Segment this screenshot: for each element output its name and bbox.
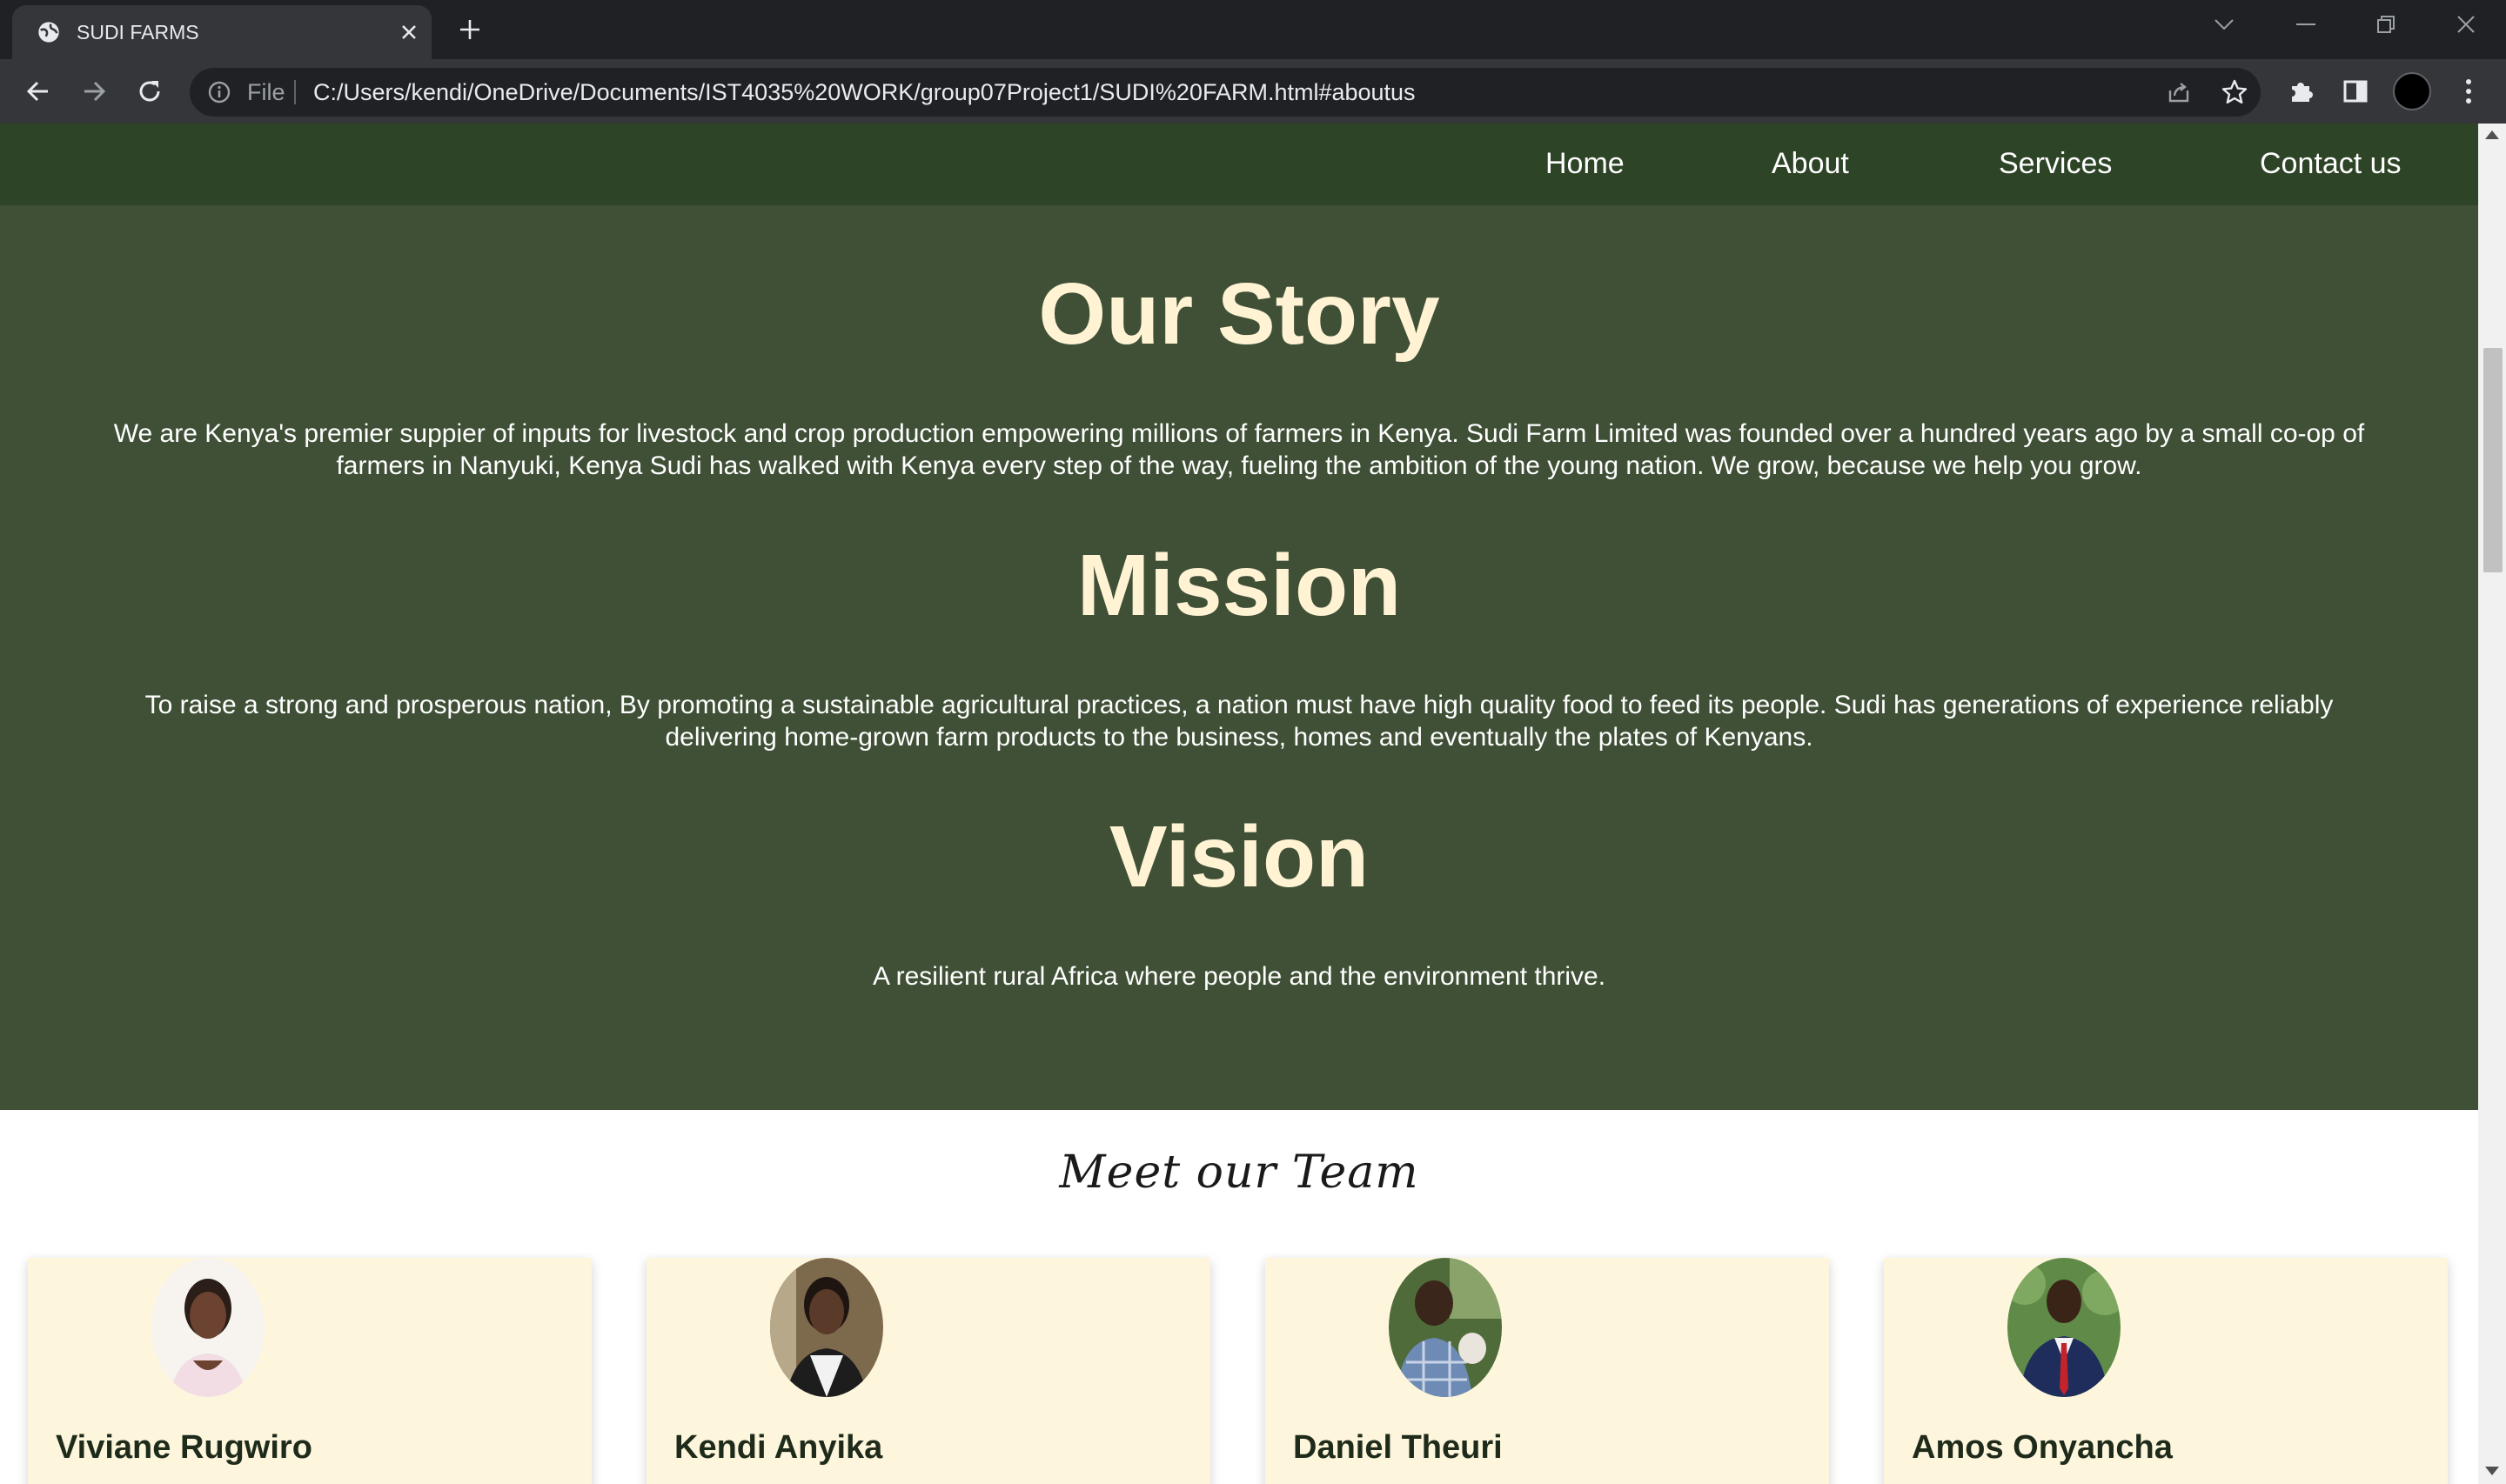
back-button[interactable]: [21, 74, 56, 109]
avatar: [1389, 1258, 1502, 1397]
bookmark-star-icon[interactable]: [2221, 78, 2248, 106]
team-section: Meet our Team Viviane Rugwiro Kendi Anyi…: [0, 1110, 2478, 1484]
profile-avatar[interactable]: [2393, 72, 2431, 110]
team-card: Amos Onyancha: [1884, 1258, 2448, 1484]
site-navbar: Home About Services Contact us: [0, 124, 2478, 205]
nav-contact-link[interactable]: Contact us: [2260, 146, 2402, 181]
nav-home-link[interactable]: Home: [1545, 146, 1625, 181]
member-name: Viviane Rugwiro: [56, 1429, 312, 1466]
scrollbar-thumb[interactable]: [2483, 348, 2503, 572]
forward-button[interactable]: [77, 74, 111, 109]
scroll-up-arrow-icon[interactable]: [2485, 130, 2499, 139]
story-text: We are Kenya's premier suppier of inputs…: [113, 419, 2365, 480]
member-name: Daniel Theuri: [1293, 1429, 1503, 1466]
menu-kebab-icon[interactable]: [2452, 75, 2485, 108]
minimize-button[interactable]: [2280, 7, 2332, 42]
globe-icon: [38, 22, 59, 43]
team-card: Kendi Anyika: [647, 1258, 1210, 1484]
story-heading: Our Story: [1038, 265, 1440, 363]
team-card: Daniel Theuri: [1265, 1258, 1829, 1484]
share-icon[interactable]: [2165, 78, 2193, 106]
close-window-button[interactable]: [2440, 7, 2492, 42]
avatar: [2007, 1258, 2121, 1397]
close-tab-icon[interactable]: [393, 17, 425, 48]
page-viewport: Home About Services Contact us Our Story…: [0, 124, 2478, 1484]
scheme-label: File: [247, 79, 285, 105]
reload-button[interactable]: [132, 74, 167, 109]
restore-button[interactable]: [2360, 7, 2412, 42]
tab-title: SUDI FARMS: [77, 21, 199, 43]
avatar: [770, 1258, 883, 1397]
about-section: Our Story We are Kenya's premier suppier…: [0, 205, 2478, 1110]
browser-toolbar: File C:/Users/kendi/OneDrive/Documents/I…: [0, 59, 2506, 124]
scroll-down-arrow-icon[interactable]: [2485, 1467, 2499, 1475]
vision-heading: Vision: [1109, 808, 1370, 906]
nav-about-link[interactable]: About: [1772, 146, 1849, 181]
vision-text: A resilient rural Africa where people an…: [872, 962, 1606, 991]
team-heading: Meet our Team: [1059, 1146, 1419, 1199]
tab-search-icon[interactable]: [2198, 7, 2250, 42]
side-panel-icon[interactable]: [2339, 75, 2372, 108]
address-separator: [294, 80, 296, 104]
browser-tabstrip: SUDI FARMS: [0, 0, 2506, 59]
browser-tab[interactable]: SUDI FARMS: [12, 5, 432, 59]
avatar: [151, 1258, 265, 1397]
member-name: Amos Onyancha: [1912, 1429, 2173, 1466]
team-card: Viviane Rugwiro: [28, 1258, 592, 1484]
info-icon[interactable]: [207, 80, 231, 104]
mission-heading: Mission: [1076, 537, 1402, 634]
member-name: Kendi Anyika: [674, 1429, 883, 1466]
new-tab-button[interactable]: [452, 12, 487, 47]
page-scrollbar[interactable]: [2478, 124, 2506, 1484]
extensions-puzzle-icon[interactable]: [2285, 75, 2318, 108]
address-bar[interactable]: File C:/Users/kendi/OneDrive/Documents/I…: [190, 68, 2261, 117]
url-text[interactable]: C:/Users/kendi/OneDrive/Documents/IST403…: [313, 80, 1416, 104]
mission-text: To raise a strong and prosperous nation,…: [144, 691, 2334, 752]
nav-services-link[interactable]: Services: [1999, 146, 2112, 181]
